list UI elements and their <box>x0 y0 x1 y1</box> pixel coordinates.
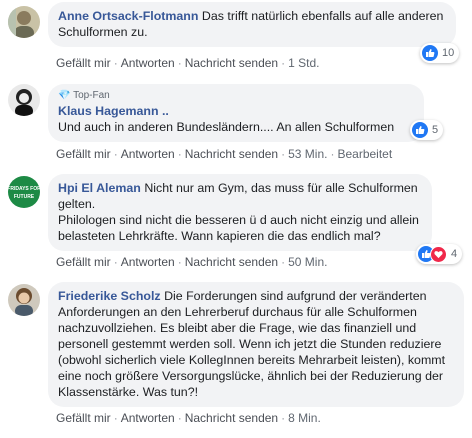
reaction-summary[interactable]: 4 <box>416 244 463 264</box>
comment-author[interactable]: Hpi El Aleman <box>58 181 141 195</box>
comment-actions: Gefällt mir · Antworten · Nachricht senden · 5… <box>56 255 328 269</box>
reaction-summary[interactable]: 10 <box>420 43 460 63</box>
like-link[interactable]: Gefällt mir <box>56 56 111 70</box>
comment-actions: Gefällt mir · Antworten · Nachricht senden · 8… <box>56 411 321 425</box>
comment-text: Und auch in anderen Bundesländern.... An… <box>58 120 395 134</box>
reaction-summary[interactable]: 5 <box>410 120 444 140</box>
comment-text: Die Forderungen sind aufgrund der veränd… <box>58 289 446 399</box>
send-message-link[interactable]: Nachricht senden <box>185 255 278 269</box>
avatar-logo-text: FRIDAYS FOR <box>8 186 40 192</box>
comment-author[interactable]: Klaus Hagemann .. <box>58 103 414 119</box>
top-fan-icon: 💎 <box>58 90 71 101</box>
comment-bubble: Friederike Scholz Die Forderungen sind a… <box>48 282 464 407</box>
comment-author[interactable]: Anne Ortsack-Flotmann <box>58 9 198 23</box>
reply-link[interactable]: Antworten <box>121 255 175 269</box>
comment-timestamp[interactable]: 53 Min. <box>288 147 327 161</box>
send-message-link[interactable]: Nachricht senden <box>185 56 278 70</box>
comment-author[interactable]: Friederike Scholz <box>58 289 161 303</box>
comment-timestamp[interactable]: 50 Min. <box>288 255 327 269</box>
love-reaction-icon <box>430 245 447 263</box>
reply-link[interactable]: Antworten <box>121 411 175 425</box>
comment-timestamp[interactable]: 8 Min. <box>288 411 321 425</box>
top-fan-label: Top-Fan <box>73 90 110 101</box>
like-reaction-icon <box>422 45 438 61</box>
send-message-link[interactable]: Nachricht senden <box>185 147 278 161</box>
reaction-count: 10 <box>442 47 455 59</box>
like-link[interactable]: Gefällt mir <box>56 411 111 425</box>
reply-link[interactable]: Antworten <box>121 147 175 161</box>
svg-text:FUTURE: FUTURE <box>14 194 35 200</box>
avatar[interactable]: FRIDAYS FOR FUTURE <box>8 176 40 208</box>
comment-bubble: Hpi El Aleman Nicht nur am Gym, das muss… <box>48 174 432 251</box>
avatar[interactable] <box>8 6 40 38</box>
comment-bubble: 💎 Top-Fan Klaus Hagemann .. Und auch in … <box>48 84 424 142</box>
comment-actions: Gefällt mir · Antworten · Nachricht senden · 1… <box>56 56 320 70</box>
like-reaction-icon <box>412 122 428 138</box>
edited-label[interactable]: Bearbeitet <box>337 147 392 161</box>
reply-link[interactable]: Antworten <box>121 56 175 70</box>
comment-text: Philologen sind nicht die besseren ü d a… <box>58 213 419 243</box>
comment-bubble: Anne Ortsack-Flotmann Das trifft natürli… <box>48 2 456 47</box>
reaction-count: 5 <box>432 124 439 136</box>
comment-timestamp[interactable]: 1 Std. <box>288 56 319 70</box>
top-fan-badge: 💎 Top-Fan <box>58 90 414 102</box>
avatar[interactable] <box>8 284 40 316</box>
reaction-count: 4 <box>451 248 458 260</box>
avatar[interactable] <box>8 84 40 116</box>
comment-actions: Gefällt mir · Antworten · Nachricht senden · 5… <box>56 147 393 161</box>
send-message-link[interactable]: Nachricht senden <box>185 411 278 425</box>
like-link[interactable]: Gefällt mir <box>56 147 111 161</box>
like-link[interactable]: Gefällt mir <box>56 255 111 269</box>
